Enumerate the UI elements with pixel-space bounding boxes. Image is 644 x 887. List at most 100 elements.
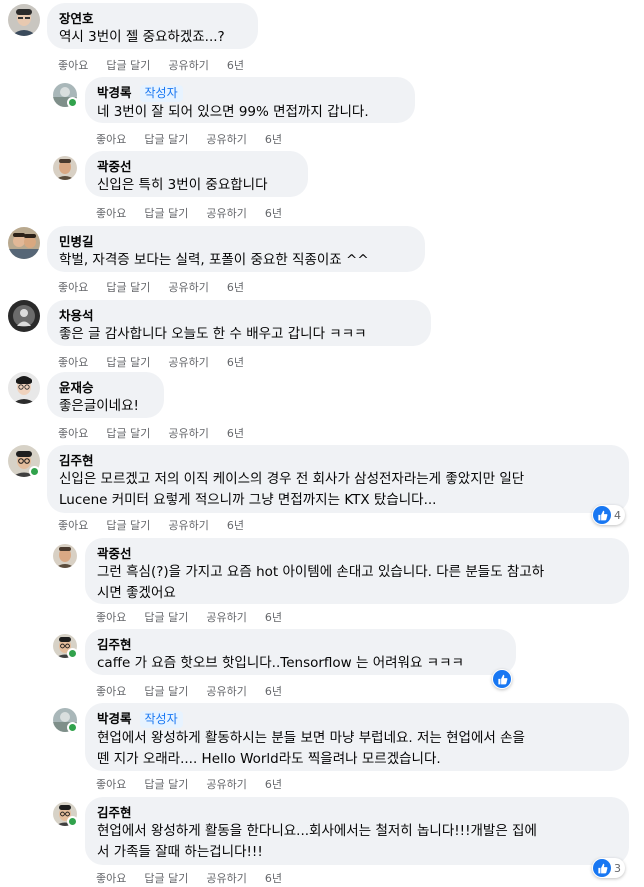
reply-link[interactable]: 답글 달기 <box>144 205 188 221</box>
online-status-dot <box>67 722 78 733</box>
comment-age[interactable]: 6년 <box>227 517 244 533</box>
reply-link[interactable]: 답글 달기 <box>144 131 188 147</box>
comment-age[interactable]: 6년 <box>265 870 282 886</box>
like-link[interactable]: 좋아요 <box>58 57 88 73</box>
comment-text-line-2: 서 가족들 잘때 하는겁니다!!! <box>97 844 263 860</box>
share-link[interactable]: 공유하기 <box>206 870 246 886</box>
share-link[interactable]: 공유하기 <box>168 354 208 370</box>
like-link[interactable]: 좋아요 <box>58 354 88 370</box>
share-link[interactable]: 공유하기 <box>168 517 208 533</box>
comment-bubble: 박경록 작성자 현업에서 왕성하게 활동하시는 분들 보면 마냥 부럽네요. 저는… <box>85 703 629 771</box>
comment-text-line-2: 뗀 지가 오래라.... Hello World라도 찍을려나 모르겠습니다. <box>97 751 441 767</box>
comment-age[interactable]: 6년 <box>265 776 282 792</box>
reply-link[interactable]: 답글 달기 <box>106 425 150 441</box>
reply-link[interactable]: 답글 달기 <box>144 870 188 886</box>
commenter-name[interactable]: 김주현 <box>97 636 504 653</box>
comment-actions: 좋아요 답글 달기 공유하기 6년 <box>58 57 262 73</box>
reply-link[interactable]: 답글 달기 <box>144 609 188 625</box>
comment-actions: 좋아요 답글 달기 공유하기 6년 <box>58 425 262 441</box>
comment-age[interactable]: 6년 <box>227 57 244 73</box>
reply-link[interactable]: 답글 달기 <box>106 517 150 533</box>
comment-text: 좋은글이네요! <box>59 398 139 414</box>
like-link[interactable]: 좋아요 <box>96 131 126 147</box>
reply-link[interactable]: 답글 달기 <box>106 279 150 295</box>
like-link[interactable]: 좋아요 <box>58 517 88 533</box>
comment-age[interactable]: 6년 <box>265 683 282 699</box>
reaction-count[interactable]: 3 <box>592 858 625 878</box>
share-link[interactable]: 공유하기 <box>206 683 246 699</box>
like-link[interactable]: 좋아요 <box>96 683 126 699</box>
avatar[interactable] <box>8 300 40 332</box>
reaction-count-number: 3 <box>614 861 621 875</box>
comment-age[interactable]: 6년 <box>227 425 244 441</box>
comment-bubble: 장연호 역시 3번이 젤 중요하겠죠...? <box>47 3 258 49</box>
online-status-dot <box>29 466 40 477</box>
reaction-count-number: 4 <box>614 508 621 522</box>
commenter-name[interactable]: 민병길 <box>59 233 413 250</box>
comment-text: 신입은 특히 3번이 중요합니다 <box>97 177 268 193</box>
avatar[interactable] <box>8 4 40 36</box>
comment-age[interactable]: 6년 <box>227 354 244 370</box>
like-link[interactable]: 좋아요 <box>58 425 88 441</box>
reply-link[interactable]: 답글 달기 <box>144 683 188 699</box>
like-link[interactable]: 좋아요 <box>96 870 126 886</box>
comment-text: 역시 3번이 젤 중요하겠죠...? <box>59 29 225 45</box>
commenter-name-link[interactable]: 박경록 <box>97 711 132 726</box>
like-link[interactable]: 좋아요 <box>96 776 126 792</box>
comment-bubble: 곽중선 신입은 특히 3번이 중요합니다 <box>85 151 308 197</box>
commenter-name[interactable]: 김주현 <box>59 452 617 469</box>
comment-actions: 좋아요 답글 달기 공유하기 6년 <box>96 870 300 886</box>
avatar[interactable] <box>53 156 77 180</box>
comment-actions: 좋아요 답글 달기 공유하기 6년 <box>96 131 300 147</box>
comment-age[interactable]: 6년 <box>265 131 282 147</box>
share-link[interactable]: 공유하기 <box>168 425 208 441</box>
share-link[interactable]: 공유하기 <box>168 279 208 295</box>
like-link[interactable]: 좋아요 <box>96 609 126 625</box>
commenter-name[interactable]: 장연호 <box>59 10 246 27</box>
online-status-dot <box>67 97 78 108</box>
avatar[interactable] <box>53 544 77 568</box>
comment-text-line-1: 현업에서 왕성하게 활동을 한다니요...회사에서는 철저히 놉니다!!!개발은… <box>97 823 537 839</box>
author-badge: 작성자 <box>139 711 183 728</box>
comment-actions: 좋아요 답글 달기 공유하기 6년 <box>58 279 262 295</box>
share-link[interactable]: 공유하기 <box>206 205 246 221</box>
comment-bubble: 김주현 신입은 모르겠고 저의 이직 케이스의 경우 전 회사가 삼성전자라는게… <box>47 445 629 513</box>
comment-text: 학벌, 자격증 보다는 실력, 포폴이 중요한 직종이죠 ^^ <box>59 252 369 268</box>
commenter-name[interactable]: 곽중선 <box>97 545 617 562</box>
like-link[interactable]: 좋아요 <box>96 205 126 221</box>
comment-age[interactable]: 6년 <box>265 609 282 625</box>
comment-bubble: 민병길 학벌, 자격증 보다는 실력, 포폴이 중요한 직종이죠 ^^ <box>47 226 425 272</box>
share-link[interactable]: 공유하기 <box>206 776 246 792</box>
share-link[interactable]: 공유하기 <box>206 609 246 625</box>
avatar[interactable] <box>8 372 40 404</box>
share-link[interactable]: 공유하기 <box>168 57 208 73</box>
commenter-name[interactable]: 윤재승 <box>59 379 152 396</box>
author-badge: 작성자 <box>139 85 183 102</box>
reaction-count[interactable]: 4 <box>592 505 625 525</box>
comment-actions: 좋아요 답글 달기 공유하기 6년 <box>96 205 300 221</box>
reply-link[interactable]: 답글 달기 <box>106 57 150 73</box>
thumbs-up-icon <box>593 506 611 524</box>
comment-bubble: 차용석 좋은 글 감사합니다 오늘도 한 수 배우고 갑니다 ㅋㅋㅋ <box>47 300 431 346</box>
commenter-name[interactable]: 곽중선 <box>97 158 296 175</box>
comment-text-line-1: 현업에서 왕성하게 활동하시는 분들 보면 마냥 부럽네요. 저는 현업에서 손… <box>97 730 525 746</box>
avatar[interactable] <box>8 227 40 259</box>
like-link[interactable]: 좋아요 <box>58 279 88 295</box>
comment-actions: 좋아요 답글 달기 공유하기 6년 <box>96 776 300 792</box>
reaction-icon[interactable] <box>492 669 512 689</box>
commenter-name[interactable]: 김주현 <box>97 804 617 821</box>
comment-bubble: 김주현 caffe 가 요즘 핫오브 핫입니다..Tensorflow 는 어려… <box>85 629 516 675</box>
comment-bubble: 윤재승 좋은글이네요! <box>47 372 164 418</box>
commenter-name-link[interactable]: 박경록 <box>97 85 132 100</box>
commenter-name: 박경록 작성자 <box>97 710 617 728</box>
comment-text-line-2: Lucene 커미터 요렇게 적으니까 그냥 면접까지는 KTX 탔습니다... <box>59 492 437 508</box>
comment-text-line-1: 그런 흑심(?)을 가지고 요즘 hot 아이템에 손대고 있습니다. 다른 분… <box>97 564 545 580</box>
reply-link[interactable]: 답글 달기 <box>144 776 188 792</box>
comment-age[interactable]: 6년 <box>265 205 282 221</box>
commenter-name[interactable]: 차용석 <box>59 307 419 324</box>
reply-link[interactable]: 답글 달기 <box>106 354 150 370</box>
comment-age[interactable]: 6년 <box>227 279 244 295</box>
comment-actions: 좋아요 답글 달기 공유하기 6년 <box>58 354 262 370</box>
comment-bubble: 박경록 작성자 네 3번이 잘 되어 있으면 99% 면접까지 갑니다. <box>85 77 415 123</box>
share-link[interactable]: 공유하기 <box>206 131 246 147</box>
